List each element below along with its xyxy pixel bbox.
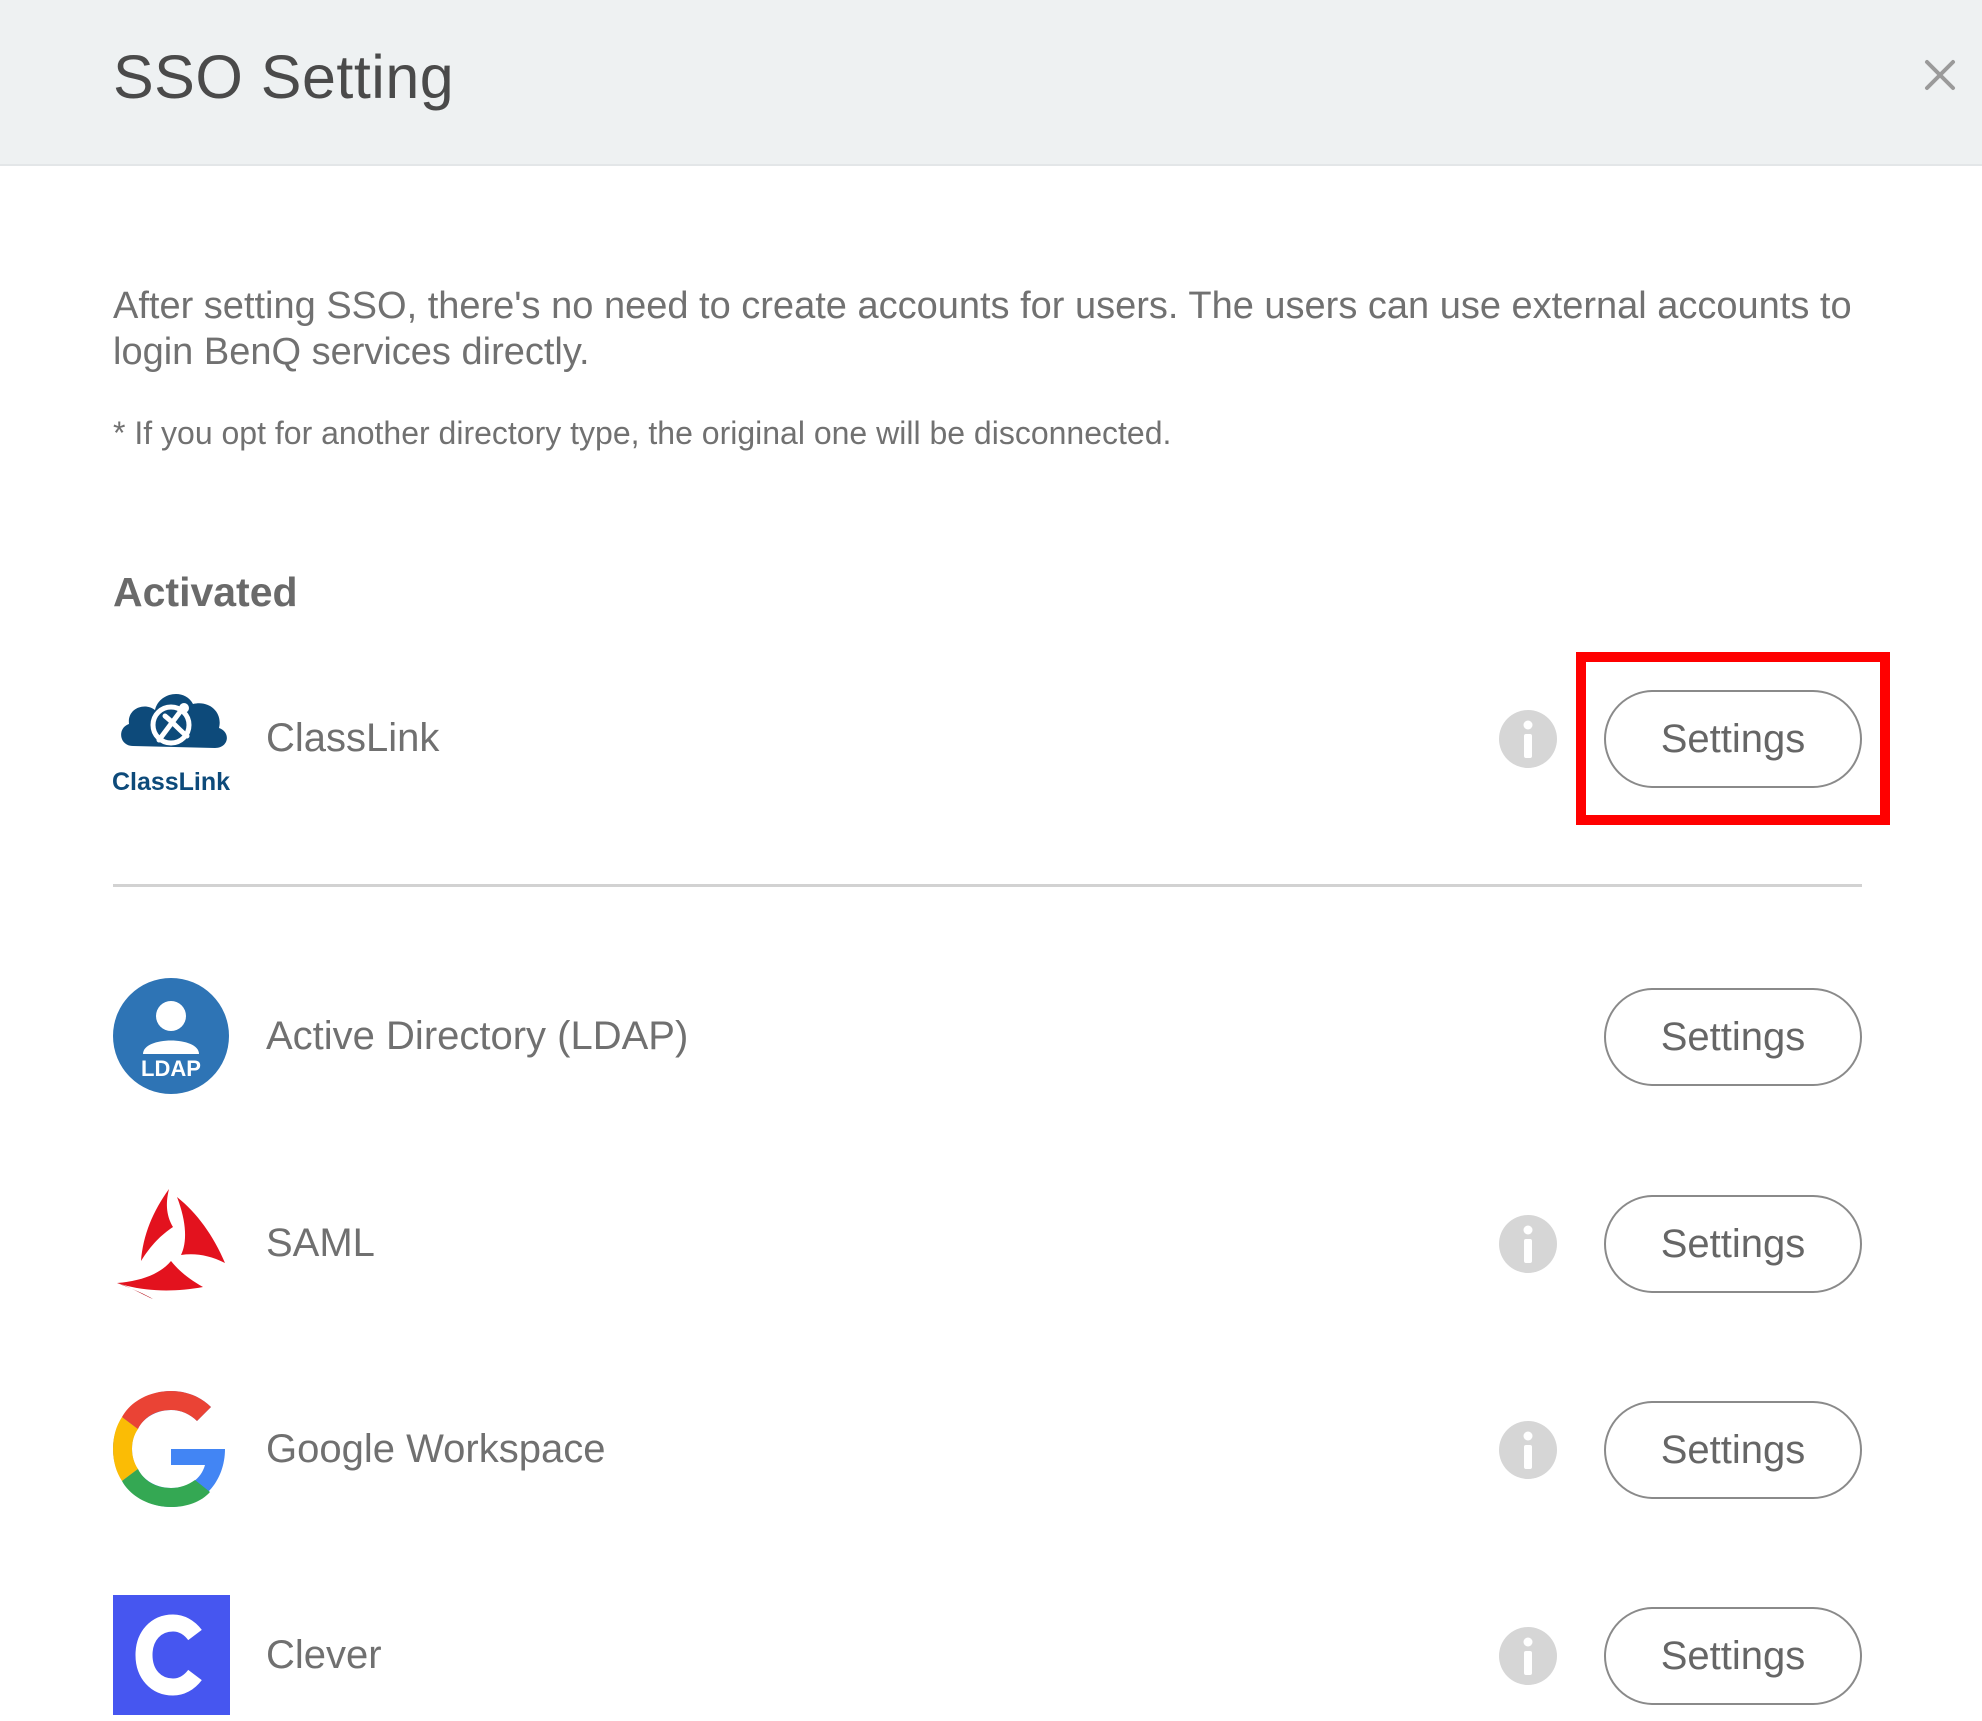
provider-name-clever: Clever [266,1633,382,1677]
section-divider [113,884,1862,887]
provider-row-google: Google Workspace Settings [113,1389,1862,1509]
google-logo-icon [113,1391,225,1507]
info-icon[interactable] [1498,709,1558,769]
provider-name-saml: SAML [266,1221,375,1265]
ldap-logo-text: LDAP [141,1056,201,1081]
provider-name-google: Google Workspace [266,1427,606,1471]
activated-section-title: Activated [113,569,298,615]
saml-settings-button[interactable]: Settings [1604,1195,1862,1293]
dialog-title: SSO Setting [113,43,455,111]
clever-settings-button[interactable]: Settings [1604,1607,1862,1705]
provider-name-classlink: ClassLink [266,716,440,760]
google-settings-button[interactable]: Settings [1604,1401,1862,1499]
ldap-logo-icon: LDAP [113,978,229,1094]
description-text: After setting SSO, there's no need to cr… [113,285,1852,373]
dialog-header: SSO Setting [0,0,1982,166]
info-icon[interactable] [1498,1214,1558,1274]
ldap-settings-button[interactable]: Settings [1604,988,1862,1086]
provider-name-ldap: Active Directory (LDAP) [266,1014,689,1058]
provider-row-ldap: LDAP Active Directory (LDAP) Settings [113,976,1862,1096]
info-icon[interactable] [1498,1626,1558,1686]
info-icon[interactable] [1498,1420,1558,1480]
classlink-logo-text: ClassLink [113,768,230,796]
classlink-logo-icon: ClassLink [113,693,230,796]
highlight-box [1576,652,1890,825]
saml-logo-icon [117,1189,225,1299]
close-button[interactable] [1915,50,1965,100]
provider-row-saml: SAML Settings [113,1183,1862,1303]
close-icon [1925,60,1955,90]
clever-logo-icon [113,1595,230,1715]
provider-row-clever: Clever Settings [113,1595,1862,1715]
disconnect-note: * If you opt for another directory type,… [113,415,1172,451]
